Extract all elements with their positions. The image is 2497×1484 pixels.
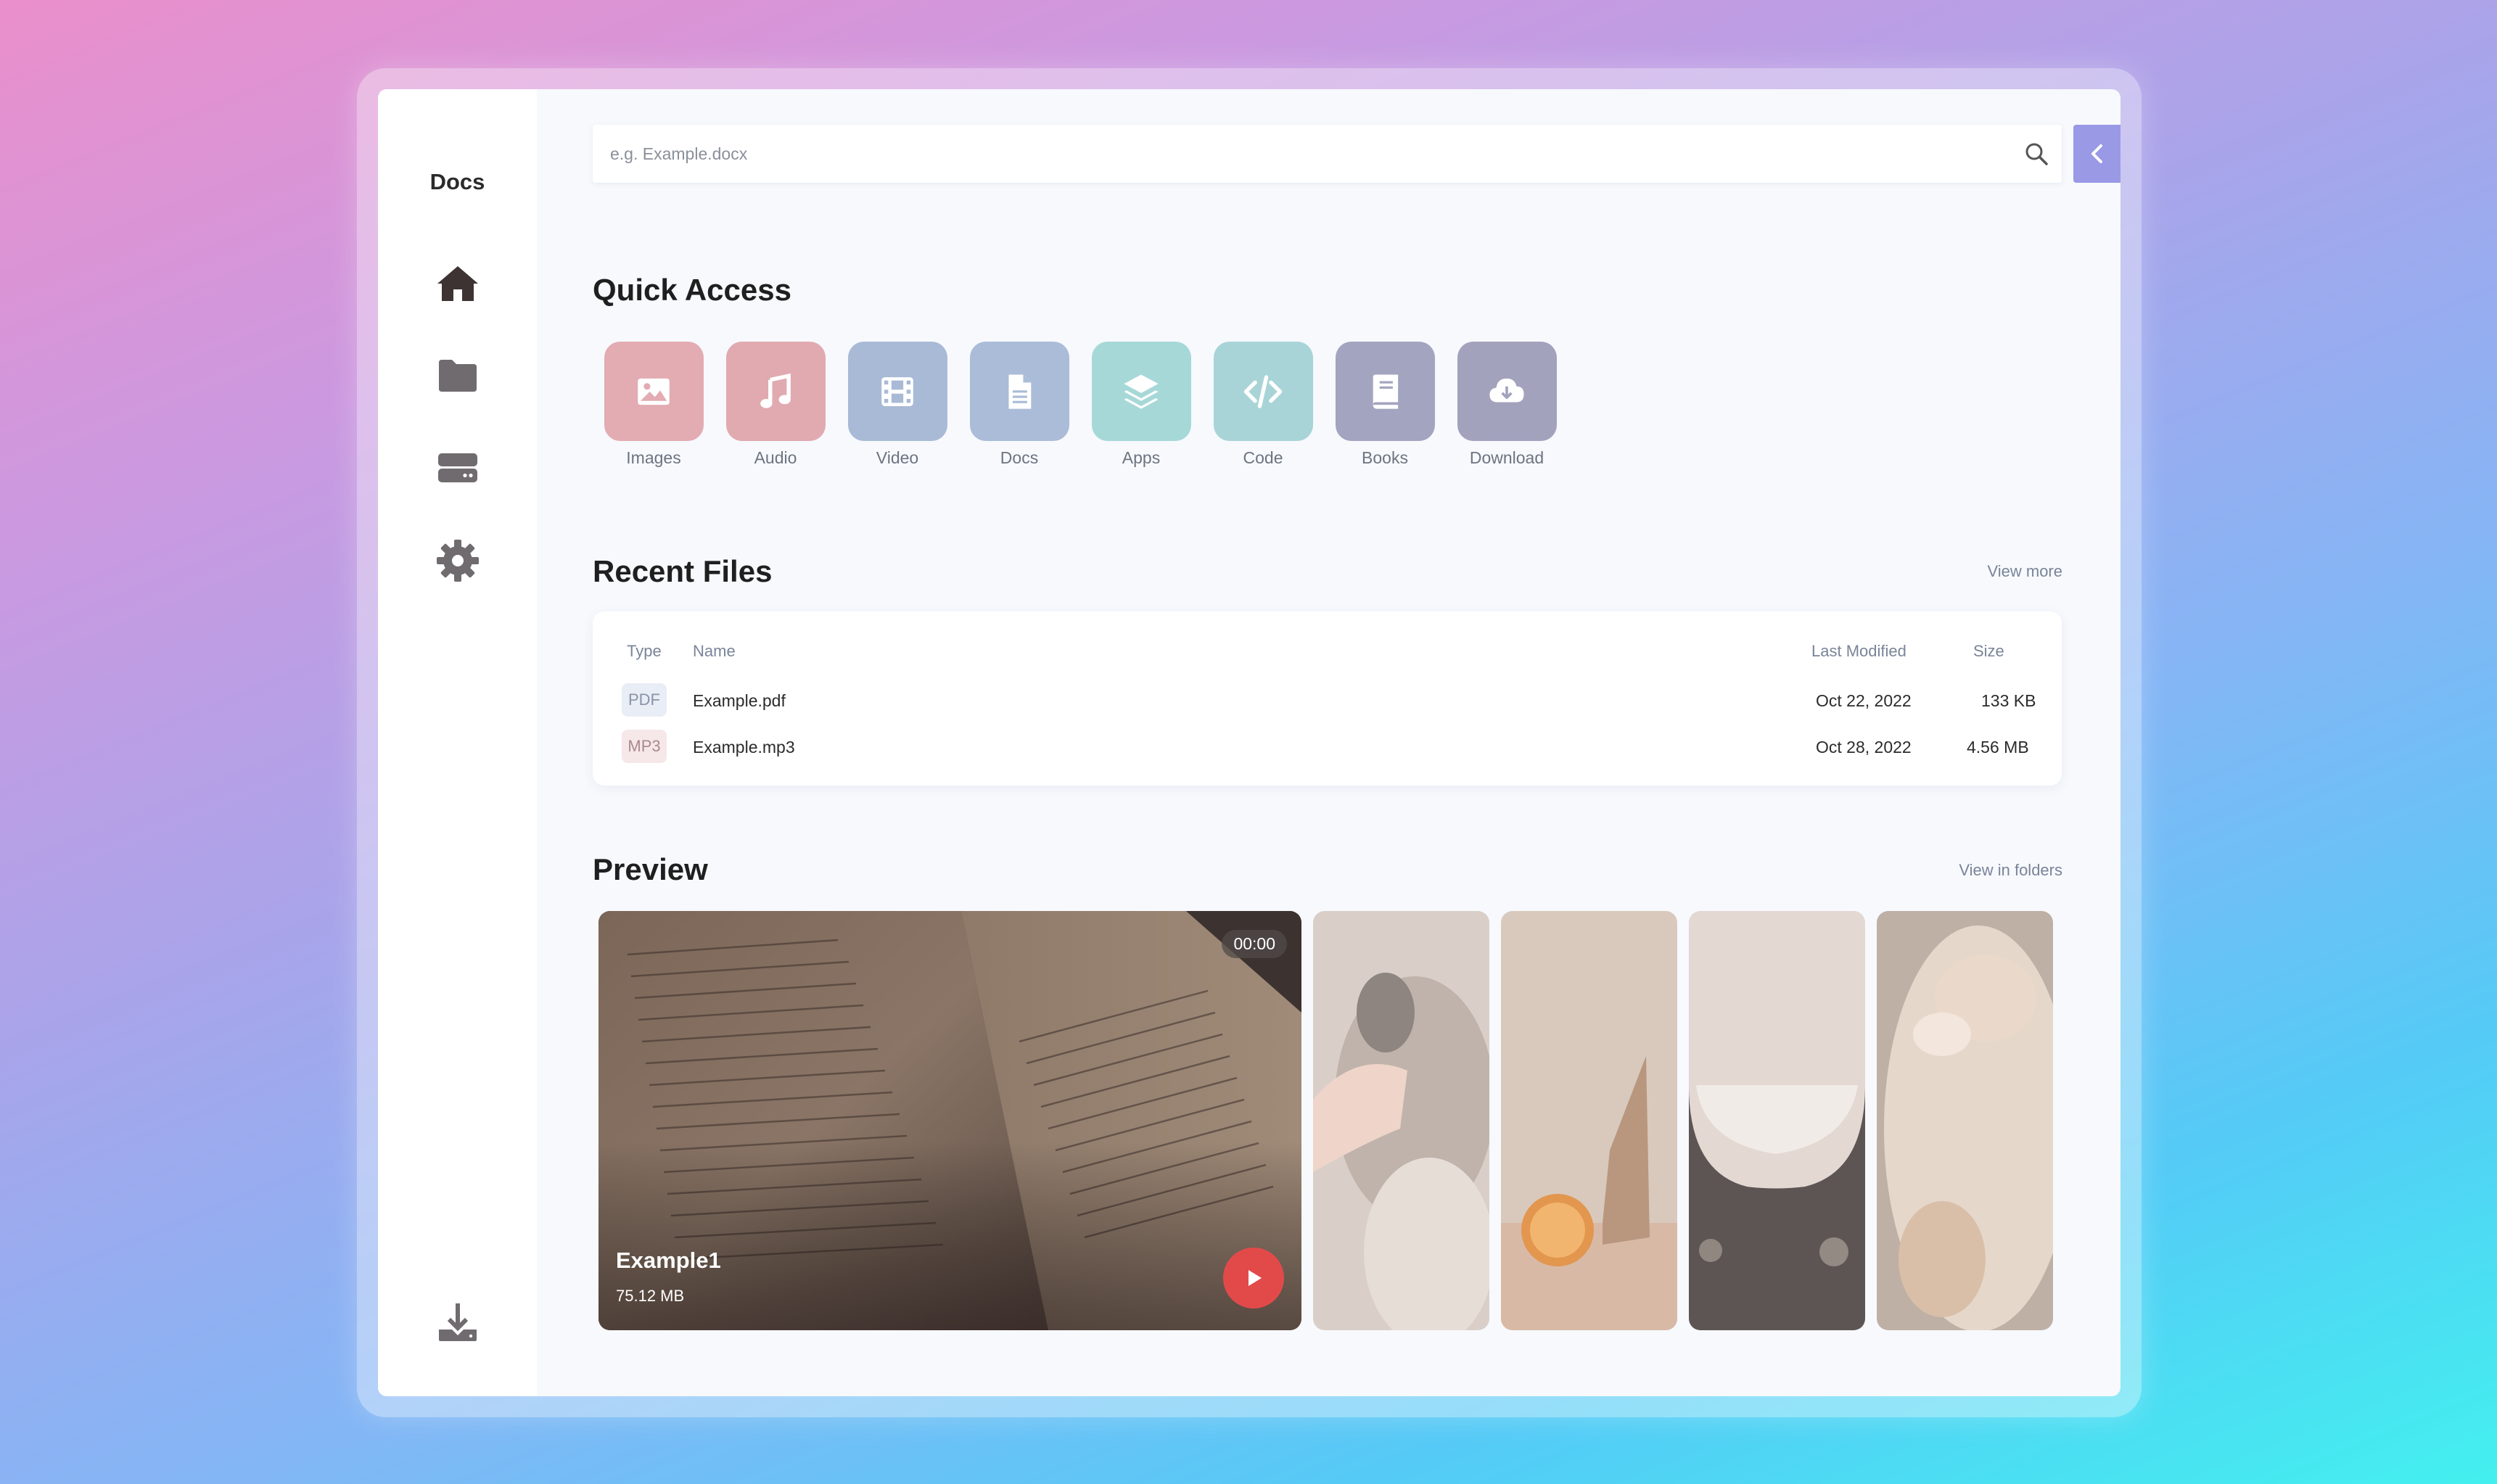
code-icon: [1243, 374, 1283, 408]
orange-still-life-photo: [1501, 911, 1677, 1330]
quick-access-label: Download: [1469, 448, 1544, 467]
hard-drive-icon: [438, 453, 477, 482]
rabbit-hand-photo: [1313, 911, 1489, 1330]
quick-access-images[interactable]: Images: [593, 342, 715, 468]
column-header-modified[interactable]: Last Modified: [1811, 642, 1906, 661]
search-button[interactable]: [2011, 125, 2062, 183]
quick-access-tile: [604, 342, 704, 441]
file-type-badge: MP3: [622, 730, 667, 763]
quick-access-label: Audio: [754, 448, 797, 467]
quick-access-tile: [847, 342, 947, 441]
folder-icon: [439, 360, 477, 392]
file-modified: Oct 22, 2022: [1816, 691, 1912, 710]
recent-files-title: Recent Files: [593, 554, 773, 588]
sidebar-item-storage[interactable]: [429, 439, 487, 497]
preview-thumbnail[interactable]: [1313, 911, 1489, 1330]
search-input[interactable]: [593, 125, 2011, 183]
document-icon: [1008, 374, 1032, 409]
file-size: 4.56 MB: [1967, 738, 2029, 757]
image-icon: [638, 378, 670, 405]
music-note-icon: [760, 373, 791, 408]
preview-thumbnail[interactable]: [1501, 911, 1677, 1330]
sidebar-item-home[interactable]: [429, 255, 487, 313]
collapse-panel-button[interactable]: [2073, 125, 2120, 183]
main-content: Quick Access Images: [537, 89, 2120, 1396]
cloud-download-icon: [1489, 378, 1524, 402]
quick-access-tile: [1091, 342, 1191, 441]
search-icon: [2025, 143, 2048, 165]
quick-access-label: Apps: [1122, 448, 1161, 467]
table-row[interactable]: PDF Example.pdf Oct 22, 2022 133 KB: [593, 683, 2062, 717]
quick-access-label: Books: [1362, 448, 1408, 467]
sleeping-cat-photo: [1877, 911, 2053, 1330]
quick-access-label: Docs: [1000, 448, 1039, 467]
quick-access-label: Images: [626, 448, 681, 467]
preview-title: Preview: [593, 852, 708, 886]
quick-access-video[interactable]: Video: [836, 342, 958, 468]
sidebar-item-settings[interactable]: [429, 532, 487, 590]
file-size: 133 KB: [1981, 691, 2036, 710]
quick-access-apps[interactable]: Apps: [1080, 342, 1202, 468]
file-name: Example.mp3: [693, 738, 795, 757]
file-modified: Oct 28, 2022: [1816, 738, 1912, 757]
chevron-left-icon: [2091, 144, 2102, 163]
column-header-type[interactable]: Type: [627, 642, 662, 661]
gear-icon: [437, 540, 479, 582]
sidebar: Docs: [378, 89, 537, 1396]
table-row[interactable]: MP3 Example.mp3 Oct 28, 2022 4.56 MB: [593, 730, 2062, 763]
featured-preview-card[interactable]: 00:00 Example1 75.12 MB: [598, 911, 1301, 1330]
quick-access-title: Quick Access: [593, 273, 791, 307]
recent-files-table: Type Name Last Modified Size PDF Example…: [593, 611, 2062, 786]
app-window: Docs e.g. Example.docx Quick Access Imag…: [378, 89, 2120, 1396]
quick-access-tile: [1335, 342, 1435, 441]
quick-access-tile: [969, 342, 1069, 441]
play-icon: [1248, 1270, 1262, 1286]
file-type-badge: PDF: [622, 683, 667, 717]
quick-access-tile: [725, 342, 826, 441]
quick-access-books[interactable]: Books: [1324, 342, 1446, 468]
download-tray-icon: [439, 1303, 477, 1341]
quick-access-download[interactable]: Download: [1446, 342, 1568, 468]
layers-icon: [1124, 374, 1159, 409]
column-header-size[interactable]: Size: [1973, 642, 2004, 661]
home-icon: [437, 266, 478, 301]
play-button[interactable]: [1223, 1248, 1284, 1308]
cat-paw-photo: [1689, 911, 1865, 1330]
quick-access-label: Code: [1243, 448, 1283, 467]
preview-file-size: 75.12 MB: [616, 1287, 685, 1305]
column-header-name[interactable]: Name: [693, 642, 736, 661]
quick-access-code[interactable]: Code: [1202, 342, 1324, 468]
quick-access-tile: [1457, 342, 1557, 441]
preview-thumbnail[interactable]: [1877, 911, 2053, 1330]
quick-access-docs[interactable]: Docs: [958, 342, 1080, 468]
sidebar-item-folder[interactable]: [429, 347, 487, 405]
quick-access-tile: [1213, 342, 1313, 441]
book-icon: [1373, 374, 1399, 409]
sidebar-download-button[interactable]: [429, 1293, 487, 1351]
quick-access-label: Video: [876, 448, 919, 467]
file-name: Example.pdf: [693, 691, 786, 710]
quick-access-audio[interactable]: Audio: [715, 342, 836, 468]
search-bar: [593, 125, 2062, 183]
quick-access-row: Images Audio Video Docs Apps Code Books …: [593, 342, 1568, 468]
view-more-link[interactable]: View more: [1987, 562, 2062, 581]
preview-thumbnail[interactable]: [1689, 911, 1865, 1330]
brand-title: Docs: [429, 169, 485, 194]
film-icon: [881, 376, 913, 406]
video-duration-badge: 00:00: [1222, 930, 1287, 958]
view-in-folders-link[interactable]: View in folders: [1959, 861, 2062, 880]
preview-file-title: Example1: [616, 1248, 721, 1273]
